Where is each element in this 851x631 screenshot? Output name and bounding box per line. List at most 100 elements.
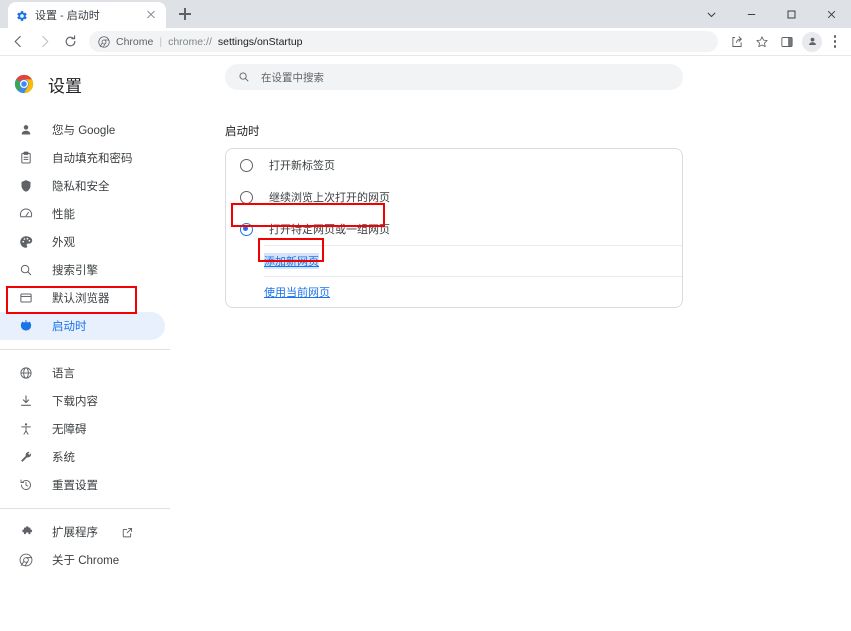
- section-title-on-startup: 启动时: [225, 126, 260, 138]
- sidebar-item-label: 无障碍: [52, 424, 87, 436]
- radio-option-specific-pages[interactable]: 打开特定网页或一组网页: [226, 213, 682, 245]
- sidebar-item-extensions[interactable]: 扩展程序: [0, 518, 170, 546]
- person-icon: [18, 122, 34, 138]
- sidebar-item-system[interactable]: 系统: [0, 443, 170, 471]
- sidebar-item-performance[interactable]: 性能: [0, 200, 170, 228]
- radio-label: 打开新标签页: [269, 160, 335, 172]
- close-icon[interactable]: [144, 8, 158, 22]
- settings-gear-icon: [16, 9, 28, 21]
- sidebar-item-autofill-passwords[interactable]: 自动填充和密码: [0, 144, 170, 172]
- sidebar-item-label: 重置设置: [52, 480, 98, 492]
- profile-avatar[interactable]: [802, 31, 822, 52]
- toolbar-actions: [725, 30, 845, 54]
- url-path: settings/onStartup: [217, 35, 303, 48]
- external-link-icon: [122, 527, 133, 538]
- sidebar-item-label: 搜索引擎: [52, 265, 98, 277]
- shield-icon: [18, 178, 34, 194]
- power-icon: [18, 318, 34, 334]
- minimize-icon[interactable]: [731, 0, 771, 28]
- maximize-icon[interactable]: [771, 0, 811, 28]
- sidebar-divider: [0, 349, 170, 350]
- radio-icon[interactable]: [240, 190, 253, 204]
- sidebar-item-you-and-google[interactable]: 您与 Google: [0, 116, 170, 144]
- sidebar-item-label: 默认浏览器: [52, 293, 110, 305]
- speedometer-icon: [18, 206, 34, 222]
- sidebar-item-label: 外观: [52, 237, 75, 249]
- add-new-page-link[interactable]: 添加新网页: [264, 253, 319, 269]
- use-current-pages-link[interactable]: 使用当前网页: [264, 284, 330, 300]
- browser-icon: [18, 290, 34, 306]
- sidebar-item-languages[interactable]: 语言: [0, 359, 170, 387]
- sidebar-item-default-browser[interactable]: 默认浏览器: [0, 284, 170, 312]
- sidebar-item-label: 性能: [52, 209, 75, 221]
- sidebar-item-about-chrome[interactable]: 关于 Chrome: [0, 546, 170, 574]
- reload-icon[interactable]: [58, 30, 82, 54]
- sidebar-nav-group-2: 语言 下载内容 无障碍 系统 重置设置: [0, 359, 170, 499]
- search-placeholder: 在设置中搜索: [261, 71, 324, 84]
- back-icon[interactable]: [6, 30, 30, 54]
- chrome-logo-icon: [14, 74, 34, 94]
- sidebar-item-label: 您与 Google: [52, 125, 116, 137]
- sidebar-item-accessibility[interactable]: 无障碍: [0, 415, 170, 443]
- accessibility-icon: [18, 421, 34, 437]
- radio-icon[interactable]: [240, 158, 253, 172]
- sidebar-item-downloads[interactable]: 下载内容: [0, 387, 170, 415]
- tab-title: 设置 - 启动时: [35, 10, 100, 22]
- wrench-icon: [18, 449, 34, 465]
- sidebar-item-label: 语言: [52, 368, 75, 380]
- page-title: 设置: [48, 76, 82, 96]
- sidebar-item-search-engine[interactable]: 搜索引擎: [0, 256, 170, 284]
- sidebar-item-label: 关于 Chrome: [52, 555, 120, 567]
- side-panel-icon[interactable]: [775, 30, 799, 54]
- window-controls: [691, 0, 851, 28]
- browser-window: 设置 - 启动时 Chrome | chrome:// settings/onS…: [0, 0, 851, 631]
- share-icon[interactable]: [725, 30, 749, 54]
- search-input[interactable]: 在设置中搜索: [225, 64, 683, 90]
- radio-label: 打开特定网页或一组网页: [269, 224, 390, 236]
- sidebar-item-label: 自动填充和密码: [52, 153, 133, 165]
- omnibox-separator: |: [159, 35, 163, 48]
- sidebar-item-appearance[interactable]: 外观: [0, 228, 170, 256]
- chrome-logo-icon: [98, 35, 110, 48]
- radio-option-new-tab[interactable]: 打开新标签页: [226, 149, 682, 181]
- search-icon: [18, 262, 34, 278]
- download-icon: [18, 393, 34, 409]
- search-icon: [238, 71, 250, 83]
- sidebar-item-label: 下载内容: [52, 396, 98, 408]
- forward-icon[interactable]: [32, 30, 56, 54]
- browser-toolbar: Chrome | chrome:// settings/onStartup: [0, 28, 851, 56]
- radio-option-continue-session[interactable]: 继续浏览上次打开的网页: [226, 181, 682, 213]
- bookmark-star-icon[interactable]: [750, 30, 774, 54]
- history-restore-icon: [18, 477, 34, 493]
- clipboard-icon: [18, 150, 34, 166]
- sidebar-item-privacy-security[interactable]: 隐私和安全: [0, 172, 170, 200]
- puzzle-icon: [18, 524, 34, 540]
- chrome-logo-icon: [18, 552, 34, 568]
- browser-menu-icon[interactable]: [825, 32, 845, 52]
- browser-tab[interactable]: 设置 - 启动时: [8, 2, 166, 28]
- search-area: 在设置中搜索: [170, 64, 851, 90]
- add-new-page-row[interactable]: 添加新网页: [226, 246, 682, 276]
- site-chip-label: Chrome: [116, 35, 154, 48]
- sidebar-item-reset-settings[interactable]: 重置设置: [0, 471, 170, 499]
- globe-icon: [18, 365, 34, 381]
- url-scheme: chrome://: [168, 35, 212, 48]
- sidebar-nav-group-1: 您与 Google 自动填充和密码 隐私和安全 性能 外观 搜索引擎 默认浏览器…: [0, 116, 170, 340]
- new-tab-button[interactable]: [172, 1, 198, 27]
- use-current-pages-row[interactable]: 使用当前网页: [226, 277, 682, 307]
- sidebar-item-on-startup[interactable]: 启动时: [0, 312, 165, 340]
- sidebar-item-label: 启动时: [52, 321, 87, 333]
- settings-main: 在设置中搜索 启动时 打开新标签页 继续浏览上次打开的网页 打开特定网页或一组网…: [170, 56, 851, 630]
- address-bar[interactable]: Chrome | chrome:// settings/onStartup: [89, 31, 718, 52]
- sidebar-item-label: 隐私和安全: [52, 181, 110, 193]
- sidebar-divider-2: [0, 508, 170, 509]
- tab-strip: 设置 - 启动时: [0, 0, 851, 28]
- chevron-down-icon[interactable]: [691, 0, 731, 28]
- radio-icon[interactable]: [240, 222, 253, 236]
- sidebar-nav-group-3: 扩展程序 关于 Chrome: [0, 518, 170, 574]
- sidebar-item-label: 系统: [52, 452, 75, 464]
- close-icon[interactable]: [811, 0, 851, 28]
- startup-options-card: 打开新标签页 继续浏览上次打开的网页 打开特定网页或一组网页 添加新网页 使用当…: [225, 148, 683, 308]
- settings-sidebar: 设置 您与 Google 自动填充和密码 隐私和安全 性能 外观 搜索引擎 默认…: [0, 56, 170, 630]
- palette-icon: [18, 234, 34, 250]
